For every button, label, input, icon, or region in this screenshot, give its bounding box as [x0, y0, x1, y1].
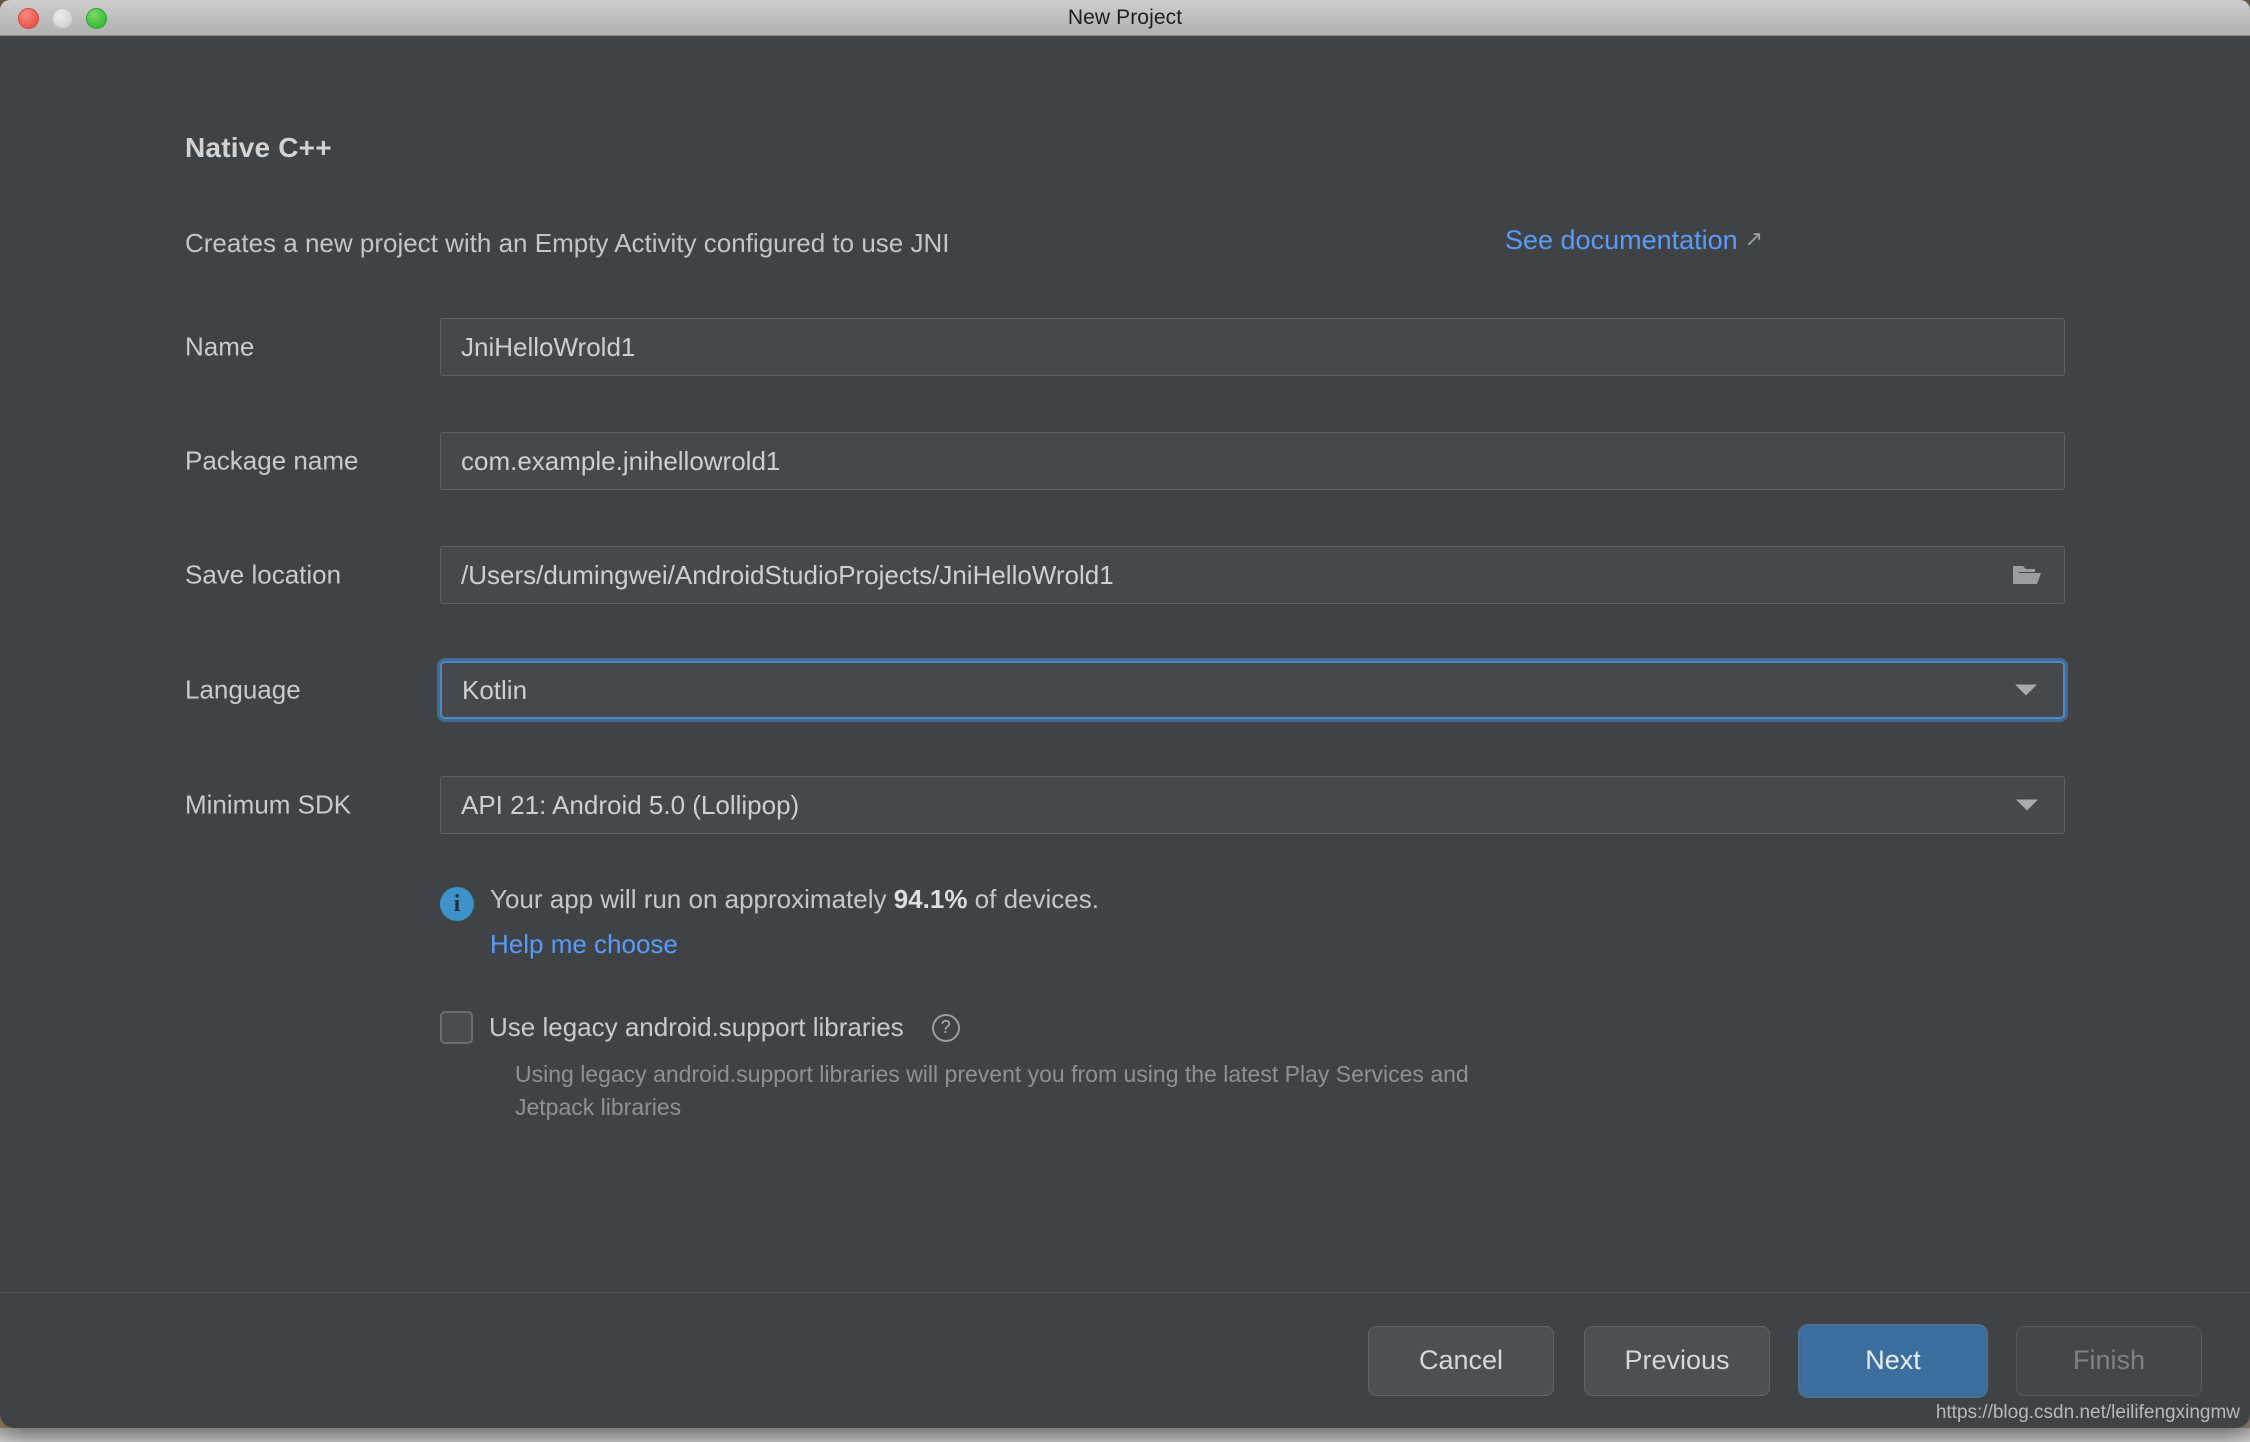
- zoom-window-button[interactable]: [86, 7, 107, 29]
- name-input[interactable]: JniHelloWrold1: [440, 318, 2065, 376]
- coverage-percent: 94.1%: [893, 884, 968, 914]
- language-label: Language: [185, 674, 301, 705]
- language-value: Kotlin: [462, 674, 528, 705]
- close-window-button[interactable]: [18, 7, 39, 29]
- chevron-down-icon: [2016, 799, 2038, 811]
- form-row-minimum-sdk: Minimum SDK API 21: Android 5.0 (Lollipo…: [185, 776, 2250, 834]
- dialog-body: Native C++ Creates a new project with an…: [0, 36, 2250, 1428]
- coverage-text-before: Your app will run on approximately: [490, 884, 894, 914]
- form-row-save-location: Save location /Users/dumingwei/AndroidSt…: [185, 546, 2250, 604]
- chevron-down-icon: [2015, 684, 2037, 696]
- description-row: Creates a new project with an Empty Acti…: [185, 225, 2130, 264]
- save-location-label: Save location: [185, 559, 342, 590]
- coverage-text-after: of devices.: [967, 884, 1099, 914]
- minimize-window-button[interactable]: [52, 7, 73, 29]
- package-name-label: Package name: [185, 445, 359, 476]
- watermark: https://blog.csdn.net/leilifengxingmw: [1935, 1402, 2240, 1423]
- window-titlebar: New Project: [0, 0, 2250, 36]
- help-me-choose-link[interactable]: Help me choose: [490, 929, 678, 960]
- traffic-light-group: [18, 0, 107, 36]
- legacy-libraries-row[interactable]: Use legacy android.support libraries ?: [440, 1011, 1515, 1044]
- dialog-footer: Cancel Previous Next Finish: [0, 1292, 2250, 1428]
- page-title: Native C++: [185, 132, 332, 163]
- dialog-content: Native C++ Creates a new project with an…: [0, 36, 2250, 1428]
- language-dropdown[interactable]: Kotlin: [440, 661, 2065, 719]
- save-location-input[interactable]: /Users/dumingwei/AndroidStudioProjects/J…: [440, 546, 2065, 604]
- cancel-button[interactable]: Cancel: [1368, 1325, 1554, 1396]
- device-coverage-text: Your app will run on approximately 94.1%…: [490, 884, 1099, 915]
- form-row-name: Name JniHelloWrold1: [185, 318, 2250, 376]
- new-project-window: New Project Native C++ Creates a new pro…: [0, 0, 2250, 1428]
- template-description: Creates a new project with an Empty Acti…: [185, 228, 950, 258]
- help-icon[interactable]: ?: [931, 1013, 960, 1042]
- form-row-language: Language Kotlin: [185, 661, 2250, 719]
- window-title: New Project: [1067, 5, 1183, 29]
- use-legacy-libraries-checkbox[interactable]: [440, 1011, 473, 1044]
- folder-icon[interactable]: [2012, 563, 2042, 587]
- name-label: Name: [185, 331, 255, 362]
- legacy-libraries-hint: Using legacy android.support libraries w…: [515, 1061, 1469, 1121]
- see-documentation-link[interactable]: See documentation ↗: [1505, 225, 1763, 256]
- save-location-value: /Users/dumingwei/AndroidStudioProjects/J…: [461, 559, 1114, 590]
- device-coverage-info: i Your app will run on approximately 94.…: [440, 884, 1099, 960]
- see-documentation-label: See documentation: [1505, 225, 1738, 255]
- external-link-icon: ↗: [1744, 226, 1764, 251]
- info-icon: i: [440, 887, 474, 921]
- minimum-sdk-value: API 21: Android 5.0 (Lollipop): [461, 789, 800, 820]
- previous-button[interactable]: Previous: [1584, 1325, 1770, 1396]
- minimum-sdk-dropdown[interactable]: API 21: Android 5.0 (Lollipop): [440, 776, 2065, 834]
- package-name-input[interactable]: com.example.jnihellowrold1: [440, 432, 2065, 490]
- minimum-sdk-label: Minimum SDK: [185, 789, 352, 820]
- device-coverage-line: i Your app will run on approximately 94.…: [440, 884, 1099, 921]
- legacy-libraries-block: Use legacy android.support libraries ? U…: [440, 1011, 1515, 1125]
- name-value: JniHelloWrold1: [461, 331, 636, 362]
- use-legacy-libraries-label: Use legacy android.support libraries: [489, 1012, 904, 1042]
- package-name-value: com.example.jnihellowrold1: [461, 445, 781, 476]
- form-row-package-name: Package name com.example.jnihellowrold1: [185, 432, 2250, 490]
- finish-button: Finish: [2016, 1325, 2202, 1396]
- next-button[interactable]: Next: [1800, 1325, 1986, 1396]
